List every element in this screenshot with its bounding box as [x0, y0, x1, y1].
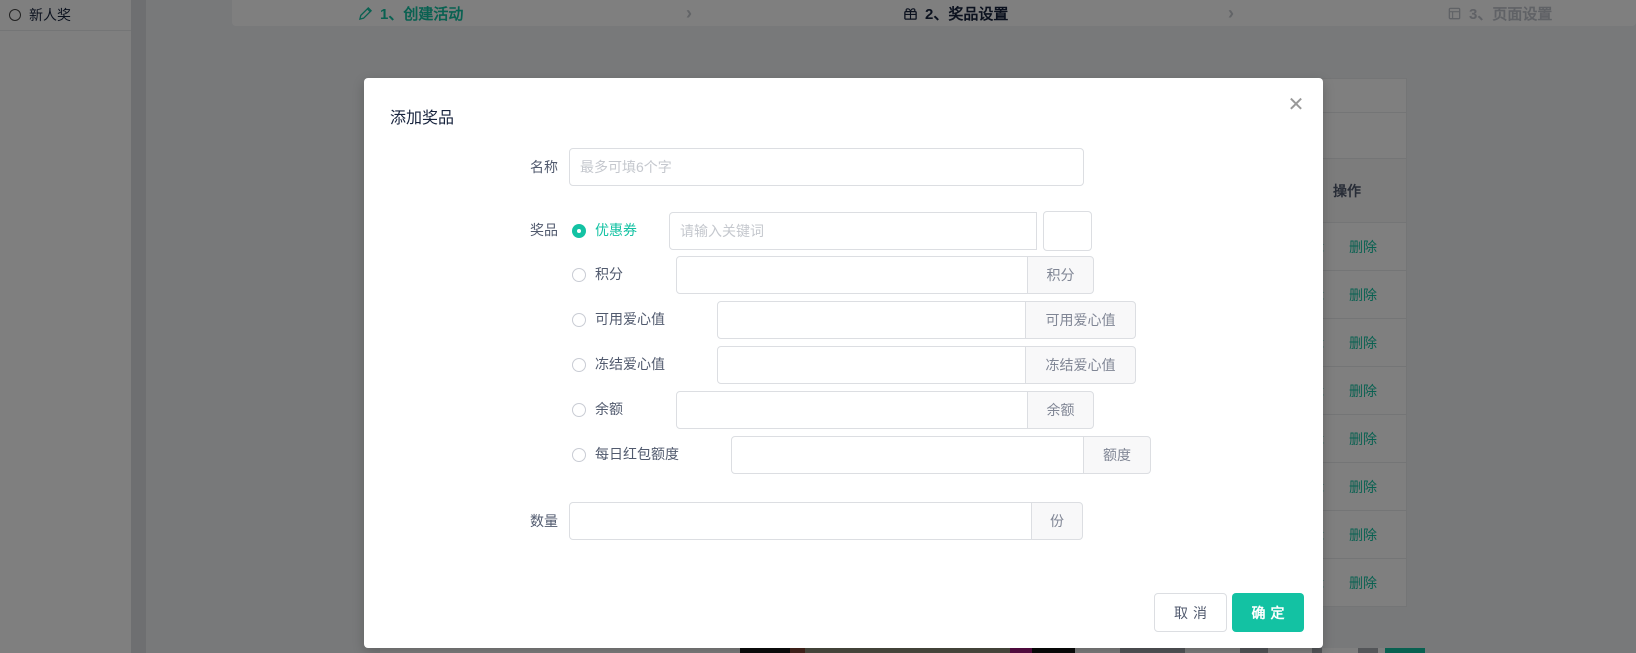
prize-option-input[interactable] — [669, 212, 1037, 250]
quantity-input-group: 份 — [569, 502, 1083, 540]
prize-option-row: 余额 余额 — [364, 387, 1323, 432]
quantity-input[interactable] — [569, 502, 1032, 540]
add-prize-modal: 添加奖品 ✕ 名称 奖品 优惠券积分积分可用爱心值可用爱心值冻结爱心值冻结爱心值… — [364, 78, 1323, 648]
quantity-field-label: 数量 — [364, 502, 558, 540]
prize-option-radio[interactable] — [572, 403, 586, 417]
prize-option-radio[interactable] — [572, 313, 586, 327]
prize-option-row: 可用爱心值 可用爱心值 — [364, 297, 1323, 342]
prize-option-row: 每日红包额度 额度 — [364, 432, 1323, 477]
prize-option-unit-suffix: 积分 — [1027, 256, 1094, 294]
quantity-unit-suffix: 份 — [1031, 502, 1083, 540]
prize-option-unit-suffix: 额度 — [1083, 436, 1151, 474]
prize-option-row: 优惠券 — [364, 208, 1323, 253]
prize-option-label[interactable]: 可用爱心值 — [595, 297, 665, 342]
prize-option-input[interactable] — [717, 301, 1026, 339]
coupon-extra-box[interactable] — [1043, 211, 1092, 251]
prize-option-row: 积分 积分 — [364, 252, 1323, 297]
name-field-label: 名称 — [364, 148, 558, 186]
confirm-button[interactable]: 确定 — [1232, 593, 1304, 632]
prize-option-input-group — [669, 211, 1092, 251]
prize-option-list: 优惠券积分积分可用爱心值可用爱心值冻结爱心值冻结爱心值余额余额每日红包额度额度 — [364, 208, 1323, 478]
prize-option-row: 冻结爱心值 冻结爱心值 — [364, 342, 1323, 387]
prize-option-input-group: 额度 — [731, 436, 1151, 474]
prize-option-label[interactable]: 余额 — [595, 387, 623, 432]
prize-option-radio[interactable] — [572, 358, 586, 372]
prize-option-input[interactable] — [731, 436, 1084, 474]
prize-option-radio[interactable] — [572, 224, 586, 238]
prize-option-radio[interactable] — [572, 268, 586, 282]
prize-option-input-group: 积分 — [676, 256, 1094, 294]
prize-option-input-group: 冻结爱心值 — [717, 346, 1136, 384]
prize-option-label[interactable]: 优惠券 — [595, 208, 637, 253]
close-icon[interactable]: ✕ — [1285, 94, 1307, 116]
name-input[interactable] — [569, 148, 1084, 186]
prize-option-label[interactable]: 每日红包额度 — [595, 432, 679, 477]
prize-option-unit-suffix: 可用爱心值 — [1025, 301, 1136, 339]
prize-option-input-group: 可用爱心值 — [717, 301, 1136, 339]
prize-option-input-group: 余额 — [676, 391, 1094, 429]
prize-option-label[interactable]: 积分 — [595, 252, 623, 297]
prize-option-input[interactable] — [676, 256, 1028, 294]
prize-option-input[interactable] — [676, 391, 1028, 429]
prize-option-radio[interactable] — [572, 448, 586, 462]
prize-option-unit-suffix: 冻结爱心值 — [1025, 346, 1136, 384]
prize-option-unit-suffix: 余额 — [1027, 391, 1094, 429]
prize-option-input[interactable] — [717, 346, 1026, 384]
modal-title: 添加奖品 — [390, 104, 454, 128]
prize-option-label[interactable]: 冻结爱心值 — [595, 342, 665, 387]
cancel-button[interactable]: 取消 — [1154, 593, 1227, 632]
